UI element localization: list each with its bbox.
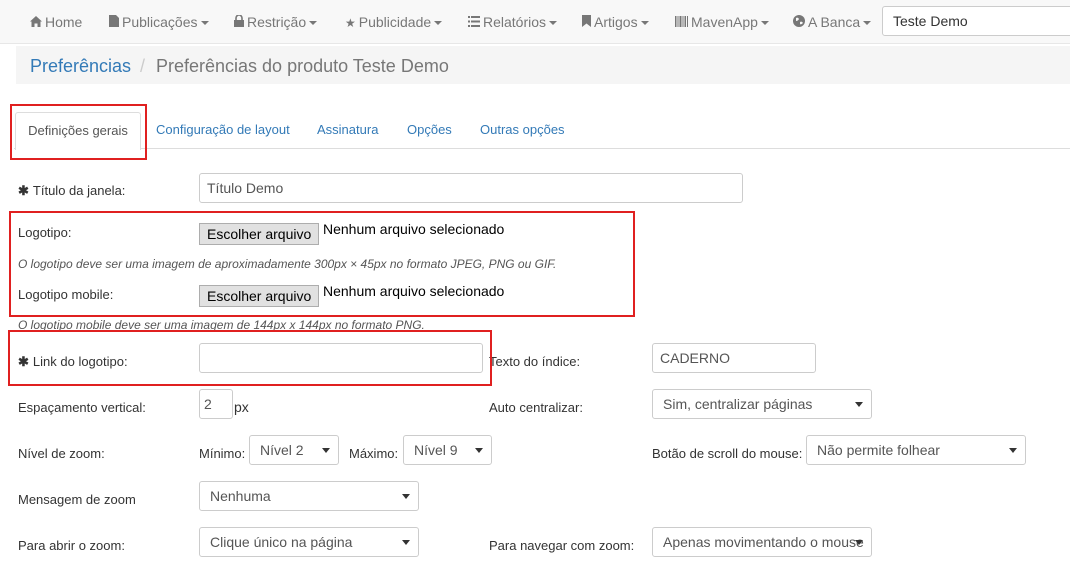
abrir-zoom-select[interactable]: Clique único na página [199, 527, 419, 557]
chevron-down-icon [760, 21, 769, 26]
minimo-label: Mínimo: [199, 446, 246, 461]
nav-relatorios[interactable]: Relatórios [468, 0, 558, 45]
chevron-down-icon [855, 540, 863, 545]
nav-mavenapp[interactable]: MavenApp [675, 0, 769, 44]
breadcrumb-separator: / [140, 56, 146, 76]
chevron-down-icon [434, 21, 443, 26]
lock-icon [234, 1, 244, 45]
nivel-zoom-label: Nível de zoom: [18, 446, 105, 461]
star-icon: ★ [345, 16, 356, 30]
mensagem-zoom-select[interactable]: Nenhuma [199, 481, 419, 511]
tab-configuracao-layout[interactable]: Configuração de layout [144, 112, 302, 148]
titulo-janela-input[interactable]: Título Demo [199, 173, 743, 203]
chevron-down-icon [402, 494, 410, 499]
nav-publicidade[interactable]: ★ Publicidade [345, 0, 443, 44]
nav-publicacoes[interactable]: Publicações [109, 0, 209, 44]
texto-indice-label: Texto do índice: [489, 354, 581, 369]
chevron-down-icon [475, 448, 483, 453]
navegar-zoom-label: Para navegar com zoom: [489, 538, 635, 553]
tab-outras-opcoes[interactable]: Outras opções [468, 112, 577, 148]
publication-select[interactable]: Teste Demo [882, 6, 1070, 36]
espacamento-label: Espaçamento vertical: [18, 400, 146, 415]
file-icon [109, 1, 119, 45]
barcode-icon [675, 1, 688, 45]
tab-assinatura[interactable]: Assinatura [305, 112, 390, 148]
home-icon [30, 1, 42, 45]
scroll-mouse-label: Botão de scroll do mouse: [652, 446, 803, 461]
chevron-down-icon [863, 21, 872, 26]
globe-icon [793, 1, 805, 45]
list-icon [468, 1, 480, 45]
maximo-label: Máximo: [349, 446, 399, 461]
auto-centralizar-select[interactable]: Sim, centralizar páginas [652, 389, 872, 419]
chevron-down-icon [402, 540, 410, 545]
chevron-down-icon [200, 21, 209, 26]
breadcrumb: Preferências / Preferências do produto T… [16, 46, 1070, 84]
auto-centralizar-label: Auto centralizar: [489, 400, 583, 415]
mensagem-zoom-label: Mensagem de zoom [18, 492, 136, 507]
breadcrumb-current: Preferências do produto Teste Demo [156, 56, 449, 76]
nav-abanca[interactable]: A Banca [793, 0, 872, 45]
nav-artigos[interactable]: Artigos [582, 0, 649, 44]
chevron-down-icon [855, 402, 863, 407]
abrir-zoom-label: Para abrir o zoom: [18, 538, 125, 553]
chevron-down-icon [309, 21, 318, 26]
chevron-down-icon [640, 21, 649, 26]
espacamento-input[interactable]: 2 [199, 389, 233, 419]
required-asterisk-icon: ✱ [18, 183, 29, 198]
chevron-down-icon [1009, 448, 1017, 453]
texto-indice-input[interactable]: CADERNO [652, 343, 816, 373]
navegar-zoom-select[interactable]: Apenas movimentando o mouse [652, 527, 872, 557]
zoom-maximo-select[interactable]: Nível 9 [403, 435, 492, 465]
highlight-box-tab [10, 104, 147, 160]
tab-opcoes[interactable]: Opções [395, 112, 464, 148]
nav-restricao[interactable]: Restrição [234, 0, 318, 45]
tabs-divider [14, 148, 1070, 149]
highlight-box-link [8, 330, 492, 386]
scroll-mouse-select[interactable]: Não permite folhear [806, 435, 1026, 465]
breadcrumb-link-preferencias[interactable]: Preferências [30, 56, 131, 77]
espacamento-unit: px [234, 399, 249, 415]
highlight-box-logotipo [9, 211, 635, 317]
titulo-janela-label: ✱ Título da janela: [18, 183, 126, 198]
bookmark-icon [582, 1, 591, 45]
chevron-down-icon [322, 448, 330, 453]
zoom-minimo-select[interactable]: Nível 2 [249, 435, 339, 465]
nav-home[interactable]: Home [30, 0, 82, 44]
top-navbar: Home Publicações Restrição ★ Publicidade … [0, 0, 1070, 44]
chevron-down-icon [549, 21, 558, 26]
